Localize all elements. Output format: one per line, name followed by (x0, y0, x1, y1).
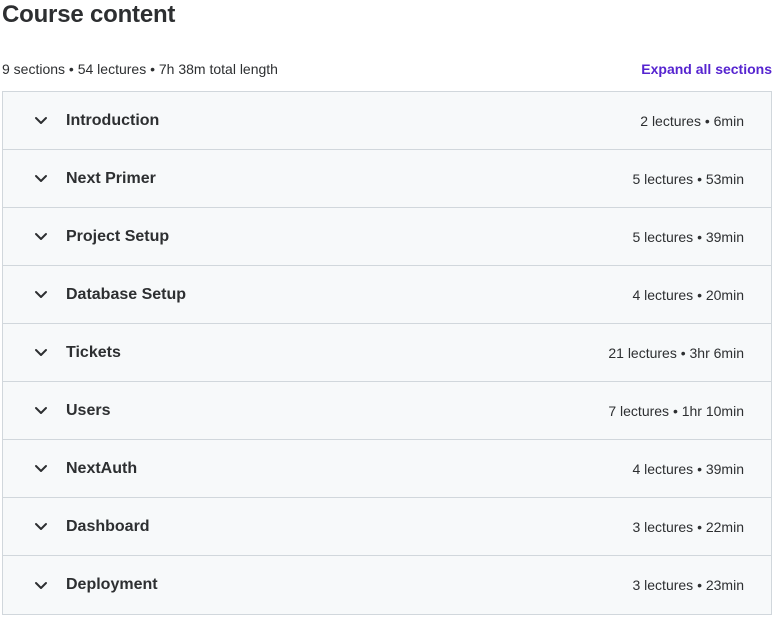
section-deployment[interactable]: Deployment 3 lectures • 23min (3, 556, 771, 614)
course-content-panel: Course content 9 sections • 54 lectures … (0, 0, 774, 619)
chevron-down-icon (31, 401, 51, 421)
course-summary: 9 sections • 54 lectures • 7h 38m total … (2, 61, 278, 77)
course-summary-row: 9 sections • 54 lectures • 7h 38m total … (2, 57, 772, 81)
section-meta: 2 lectures • 6min (640, 112, 744, 129)
chevron-down-icon (31, 575, 51, 595)
chevron-down-icon (31, 169, 51, 189)
expand-all-sections-button[interactable]: Expand all sections (641, 61, 772, 77)
section-title: Next Primer (66, 169, 156, 187)
chevron-down-icon (31, 517, 51, 537)
section-title: Tickets (66, 343, 121, 361)
section-meta: 3 lectures • 23min (632, 577, 744, 593)
page-title: Course content (2, 1, 176, 28)
sections-accordion: Introduction 2 lectures • 6min Next Prim… (2, 91, 772, 615)
section-tickets[interactable]: Tickets 21 lectures • 3hr 6min (3, 324, 771, 382)
section-meta: 4 lectures • 20min (632, 286, 744, 303)
section-title: Dashboard (66, 517, 150, 535)
section-meta: 7 lectures • 1hr 10min (608, 402, 744, 419)
chevron-down-icon (31, 343, 51, 363)
section-nextauth[interactable]: NextAuth 4 lectures • 39min (3, 440, 771, 498)
section-users[interactable]: Users 7 lectures • 1hr 10min (3, 382, 771, 440)
chevron-down-icon (31, 459, 51, 479)
section-meta: 21 lectures • 3hr 6min (608, 344, 744, 361)
section-title: Users (66, 401, 111, 419)
section-title: Database Setup (66, 285, 187, 303)
chevron-down-icon (31, 111, 51, 131)
section-title: Project Setup (66, 227, 170, 245)
section-introduction[interactable]: Introduction 2 lectures • 6min (3, 92, 771, 150)
section-meta: 5 lectures • 53min (632, 170, 744, 187)
section-meta: 5 lectures • 39min (632, 228, 744, 245)
section-dashboard[interactable]: Dashboard 3 lectures • 22min (3, 498, 771, 556)
section-project-setup[interactable]: Project Setup 5 lectures • 39min (3, 208, 771, 266)
section-title: NextAuth (66, 459, 138, 477)
section-meta: 4 lectures • 39min (632, 460, 744, 477)
section-meta: 3 lectures • 22min (632, 518, 744, 535)
chevron-down-icon (31, 285, 51, 305)
section-title: Deployment (66, 576, 158, 593)
chevron-down-icon (31, 227, 51, 247)
section-next-primer[interactable]: Next Primer 5 lectures • 53min (3, 150, 771, 208)
section-title: Introduction (66, 111, 160, 129)
section-database-setup[interactable]: Database Setup 4 lectures • 20min (3, 266, 771, 324)
